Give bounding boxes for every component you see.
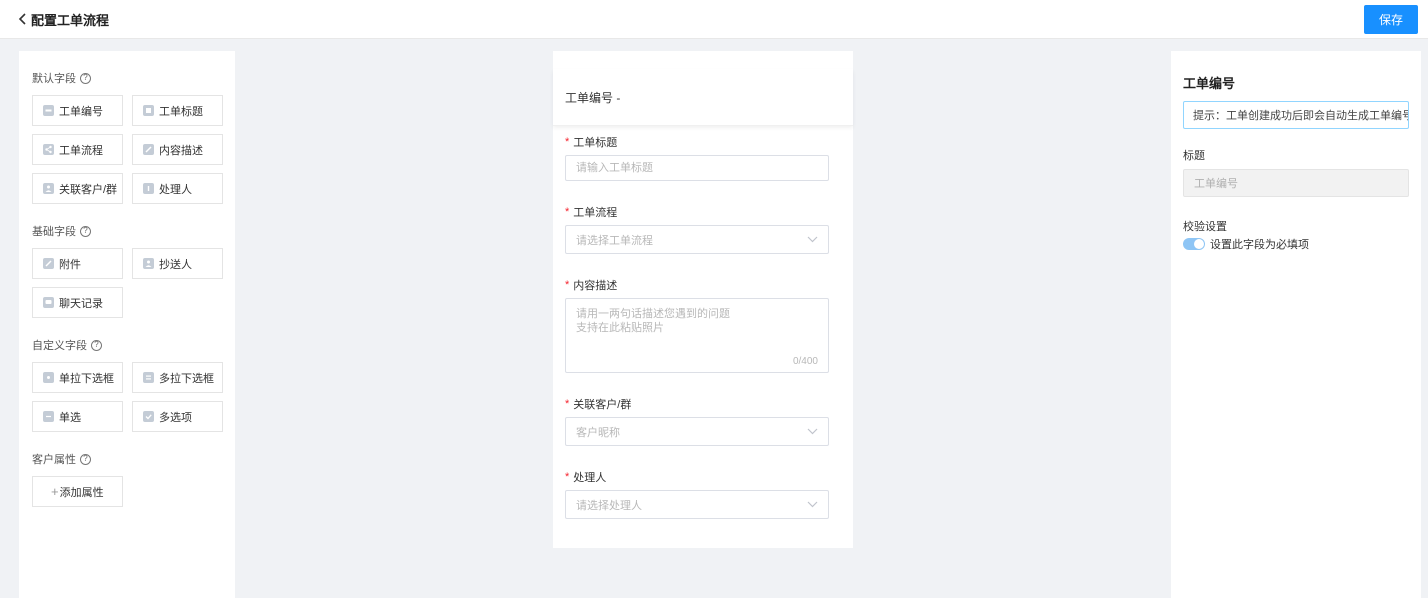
user-icon [143, 258, 154, 269]
user-icon [43, 183, 54, 194]
form-label: * 工单标题 [565, 135, 618, 149]
field-single-dropdown[interactable]: 单拉下选框 [32, 362, 123, 393]
section-title-customer-attr: 客户属性 ? [32, 452, 222, 466]
custom-fields: 单拉下选框 多拉下选框 单选 多选项 [32, 362, 223, 432]
ticket-flow-select[interactable]: 请选择工单流程 [565, 225, 829, 254]
required-mark: * [565, 205, 570, 218]
help-icon[interactable]: ? [80, 453, 91, 465]
ticket-title-input[interactable] [565, 155, 829, 181]
share-icon [43, 144, 54, 155]
form-preview: 工单编号 - * 工单标题 * 工单流程 请选择工单流程 * 内容描述 [553, 51, 853, 548]
back-button[interactable]: 配置工单流程 [18, 10, 109, 29]
form-label: * 处理人 [565, 470, 607, 484]
required-mark: * [565, 470, 570, 483]
form-label: * 关联客户/群 [565, 397, 632, 411]
content-description-textarea[interactable] [566, 299, 828, 359]
field-palette: 默认字段 ? 工单编号 工单标题 工单流程 内容描述 关联客户/群 处理人 基础… [19, 51, 235, 598]
chat-icon [43, 297, 54, 308]
char-counter: 0/400 [792, 356, 818, 367]
save-button[interactable]: 保存 [1364, 4, 1418, 34]
chevron-left-icon [18, 13, 26, 25]
field-multi-dropdown[interactable]: 多拉下选框 [132, 362, 223, 393]
edit-icon [143, 144, 154, 155]
list-icon [143, 372, 154, 383]
id-icon [43, 105, 54, 116]
field-single-choice[interactable]: 单选 [32, 401, 123, 432]
properties-panel: 工单编号 提示：工单创建成功后即会自动生成工单编号 标题 工单编号 校验设置 设… [1171, 51, 1421, 598]
radio-icon [43, 411, 54, 422]
section-title-basic: 基础字段 ? [32, 224, 222, 238]
help-icon[interactable]: ? [80, 225, 91, 237]
form-item-ticket-flow[interactable]: * 工单流程 请选择工单流程 [565, 205, 829, 254]
form-item-content-description[interactable]: * 内容描述 0/400 [565, 278, 829, 373]
info-icon [143, 183, 154, 194]
form-body: * 工单标题 * 工单流程 请选择工单流程 * 内容描述 0/400 [553, 126, 853, 519]
handler-select[interactable]: 请选择处理人 [565, 490, 829, 519]
field-cc[interactable]: 抄送人 [132, 248, 223, 279]
field-attachment[interactable]: 附件 [32, 248, 123, 279]
field-ticket-title[interactable]: 工单标题 [132, 95, 223, 126]
required-mark: * [565, 397, 570, 410]
dot-icon [43, 372, 54, 383]
validation-label: 校验设置 [1183, 221, 1227, 233]
required-toggle[interactable] [1183, 238, 1205, 250]
title-icon [143, 105, 154, 116]
form-label: * 内容描述 [565, 278, 618, 292]
field-chat-record[interactable]: 聊天记录 [32, 287, 123, 318]
help-icon[interactable]: ? [91, 339, 102, 351]
title-label: 标题 [1183, 150, 1205, 162]
section-title-default: 默认字段 ? [32, 71, 222, 85]
field-ticket-number[interactable]: 工单编号 [32, 95, 123, 126]
checkbox-icon [143, 411, 154, 422]
related-customer-select[interactable]: 客户昵称 [565, 417, 829, 446]
chevron-down-icon [807, 428, 818, 435]
chevron-down-icon [807, 501, 818, 508]
chevron-down-icon [807, 236, 818, 243]
required-mark: * [565, 278, 570, 291]
required-toggle-row: 设置此字段为必填项 [1183, 236, 1409, 252]
form-item-handler[interactable]: * 处理人 请选择处理人 [565, 470, 829, 519]
page-title: 配置工单流程 [31, 12, 110, 28]
field-related-customer[interactable]: 关联客户/群 [32, 173, 123, 204]
default-fields: 工单编号 工单标题 工单流程 内容描述 关联客户/群 处理人 [32, 95, 223, 204]
form-label: * 工单流程 [565, 205, 618, 219]
properties-title: 工单编号 [1183, 76, 1236, 91]
content-description-box: 0/400 [565, 298, 829, 373]
plus-icon: + [51, 484, 59, 499]
attachment-icon [43, 258, 54, 269]
field-ticket-flow[interactable]: 工单流程 [32, 134, 123, 165]
add-attribute-button[interactable]: + 添加属性 [32, 476, 123, 507]
help-icon[interactable]: ? [80, 72, 91, 84]
required-mark: * [565, 135, 570, 148]
field-handler[interactable]: 处理人 [132, 173, 223, 204]
field-content-description[interactable]: 内容描述 [132, 134, 223, 165]
top-bar: 配置工单流程 保存 [0, 0, 1428, 39]
hint-box: 提示：工单创建成功后即会自动生成工单编号 [1183, 101, 1409, 129]
customer-attr-fields: + 添加属性 [32, 476, 222, 507]
title-input-disabled: 工单编号 [1183, 169, 1409, 197]
field-multi-choice[interactable]: 多选项 [132, 401, 223, 432]
form-header-ticket-number[interactable]: 工单编号 - [553, 69, 853, 126]
required-toggle-label: 设置此字段为必填项 [1210, 239, 1309, 251]
form-item-related-customer[interactable]: * 关联客户/群 客户昵称 [565, 397, 829, 446]
form-item-ticket-title[interactable]: * 工单标题 [565, 135, 829, 181]
section-title-custom: 自定义字段 ? [32, 338, 222, 352]
basic-fields: 附件 抄送人 聊天记录 [32, 248, 223, 318]
